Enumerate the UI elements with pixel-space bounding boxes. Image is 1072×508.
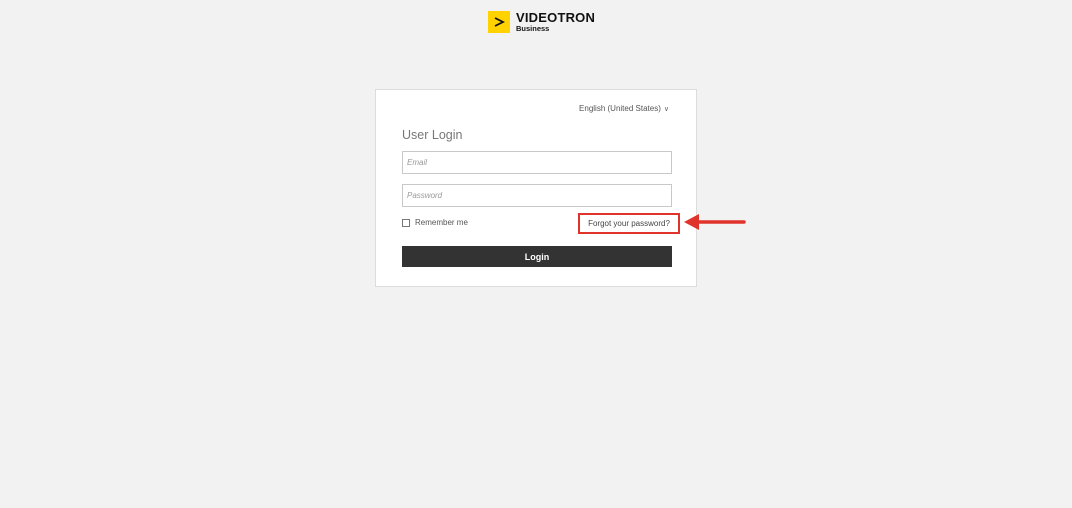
password-field[interactable] <box>402 184 672 207</box>
remember-me-label: Remember me <box>415 218 468 227</box>
page-title: User Login <box>402 128 463 142</box>
videotron-business-logo: VIDEOTRON Business <box>488 11 595 33</box>
login-page: VIDEOTRON Business English (United State… <box>0 0 1072 508</box>
language-label: English (United States) <box>579 104 661 113</box>
logo-sub-text: Business <box>516 24 550 34</box>
forgot-password-highlight: Forgot your password? <box>578 213 680 234</box>
chevron-down-icon: ∨ <box>663 105 669 113</box>
login-button[interactable]: Login <box>402 246 672 267</box>
annotation-arrow-icon <box>682 213 748 238</box>
language-selector[interactable]: English (United States) ∨ <box>579 104 669 113</box>
remember-me-checkbox[interactable] <box>402 218 410 227</box>
logo-brand-text: VIDEOTRON <box>516 10 596 26</box>
login-card: English (United States) ∨ User Login Rem… <box>375 89 697 287</box>
chevron-right-icon <box>488 11 510 33</box>
forgot-password-link[interactable]: Forgot your password? <box>588 219 670 228</box>
email-field[interactable] <box>402 151 672 174</box>
remember-me[interactable]: Remember me <box>402 218 468 227</box>
